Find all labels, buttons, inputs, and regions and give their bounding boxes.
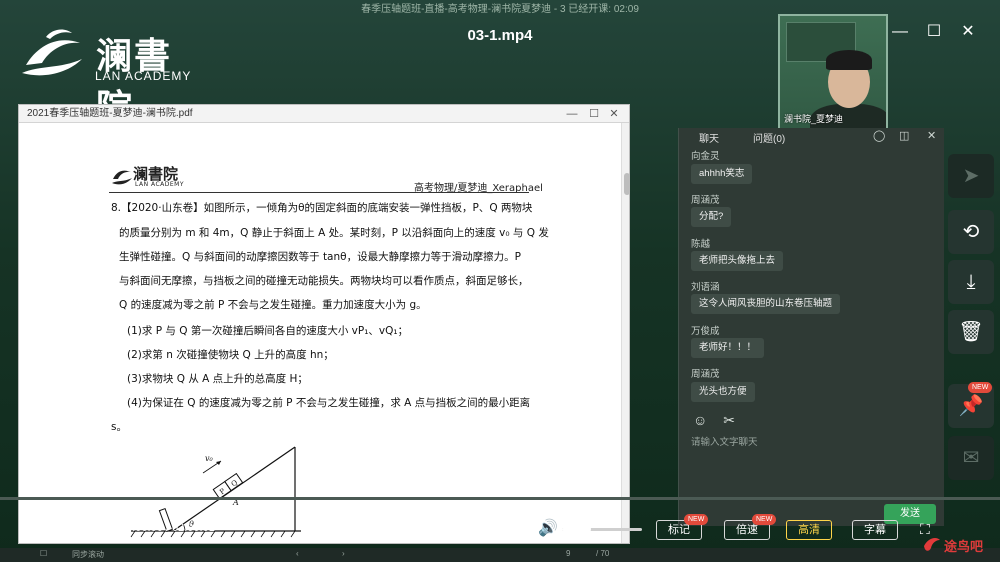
site-watermark: 途鸟吧 <box>918 528 1000 562</box>
sync-checkbox-icon[interactable]: ☐ <box>40 549 47 558</box>
chat-user: 周涵茂 <box>691 369 720 380</box>
pdf-close-icon[interactable]: ✕ <box>607 105 621 123</box>
new-badge: NEW <box>684 514 709 525</box>
page-total: / 70 <box>596 549 610 558</box>
webcam-person-hair <box>826 50 872 70</box>
chat-close-icon[interactable]: ✕ <box>927 129 936 142</box>
chat-user: 陈越 <box>691 239 711 250</box>
chat-message: 这令人闻风丧胆的山东卷压轴题 <box>691 294 841 314</box>
new-badge: NEW <box>752 514 777 525</box>
close-icon[interactable]: ✕ <box>956 20 980 44</box>
chat-message: ahhhh笑志 <box>691 164 753 184</box>
pdf-viewer: 2021春季压轴题班-夏梦迪-澜书院.pdf — ☐ ✕ 澜書院 LAN ACA… <box>18 104 630 544</box>
watermark-text: 途鸟吧 <box>944 540 984 555</box>
chat-input[interactable]: 请输入文字聊天 <box>691 434 758 448</box>
chat-bubble-icon[interactable]: ✉ <box>948 436 994 480</box>
pause-icon[interactable]: ❚❚ <box>22 518 49 540</box>
page-current[interactable]: 9 <box>566 549 570 558</box>
webcam-caption: 澜书院_夏梦迪 <box>784 114 844 124</box>
bottom-status-bar: ☐ 同步滚动 ‹ › 9 / 70 <box>0 548 1000 562</box>
pdf-titlebar: 2021春季压轴题班-夏梦迪-澜书院.pdf — ☐ ✕ <box>19 105 629 123</box>
side-toolbar: ➤ ⟲ ⤓ 🗑 📌 NEW ✉ <box>946 150 996 480</box>
next-page-icon[interactable]: › <box>342 549 345 558</box>
volume-knob[interactable] <box>581 524 591 534</box>
sync-scroll-label: 同步滚动 <box>72 550 104 559</box>
maximize-icon[interactable]: ☐ <box>922 20 946 44</box>
bird-logo-icon <box>924 538 940 551</box>
chat-tools: ☺ ✂ <box>693 412 735 429</box>
chat-tabs: 聊天 问题(0) ◯ ◫ ✕ <box>679 128 945 146</box>
sub-question: (3)求物块 Q 从 A 点上升的总高度 H； <box>127 373 308 385</box>
subtitle-button[interactable]: 字幕 <box>852 520 898 540</box>
sub-question: (2)求第 n 次碰撞使物块 Q 上升的高度 hn； <box>127 349 334 361</box>
window-controls: — ☐ ✕ <box>888 20 988 44</box>
prev-page-icon[interactable]: ‹ <box>296 549 299 558</box>
chat-user: 周涵茂 <box>691 195 720 206</box>
page-header-rule <box>109 192 529 193</box>
pdf-minimize-icon[interactable]: — <box>565 105 579 123</box>
download-icon[interactable]: ⤓ <box>948 260 994 304</box>
tab-questions[interactable]: 问题(0) <box>753 130 785 145</box>
wave-logo-icon <box>22 29 82 76</box>
comment-icon[interactable]: ◯ <box>873 129 885 142</box>
volume-slider[interactable] <box>562 524 642 534</box>
chat-message: 老师把头像拖上去 <box>691 251 784 271</box>
question-line: 与斜面间无摩擦，与挡板之间的碰撞无动能损失。两物块均可以看作质点，斜面足够长， <box>119 275 529 287</box>
emoji-icon[interactable]: ☺ <box>693 412 707 428</box>
question-line: 生弹性碰撞。Q 与斜面间的动摩擦因数等于 tanθ，设最大静摩擦力等于滑动摩擦力… <box>119 251 521 263</box>
chat-user: 刘语涵 <box>691 282 720 293</box>
question-line: 的质量分别为 m 和 4m，Q 静止于斜面上 A 处。某时刻，P 以沿斜面向上的… <box>119 227 549 239</box>
trash-icon[interactable]: 🗑 <box>948 310 994 354</box>
logo-text-en: LAN ACADEMY <box>95 69 192 83</box>
question-tail: s。 <box>111 421 127 433</box>
pdf-filename: 2021春季压轴题班-夏梦迪-澜书院.pdf <box>27 108 193 119</box>
pointer-icon[interactable]: ➤ <box>948 154 994 198</box>
sub-question: (1)求 P 与 Q 第一次碰撞后瞬间各自的速度大小 vP₁、vQ₁； <box>127 325 409 337</box>
panel-toggle-icon[interactable]: ◫ <box>899 129 909 142</box>
volume-icon[interactable]: 🔊 <box>538 518 558 540</box>
chat-message: 老师好！！！ <box>691 338 765 358</box>
tab-chat[interactable]: 聊天 <box>699 130 719 145</box>
next-icon[interactable]: ⏭ <box>84 518 98 540</box>
chat-message: 分配? <box>691 207 732 227</box>
page-wave-logo-icon <box>112 170 132 185</box>
scissors-icon[interactable]: ✂ <box>723 412 735 428</box>
minimize-icon[interactable]: — <box>888 20 912 44</box>
hd-button[interactable]: 高清 <box>786 520 832 540</box>
pdf-maximize-icon[interactable]: ☐ <box>587 105 601 123</box>
sub-question: (4)为保证在 Q 的速度减为零之前 P 不会与之发生碰撞，求 A 点与挡板之间… <box>127 397 531 409</box>
playback-time: 00:00:00 / 02:00:01 <box>120 522 215 534</box>
academy-logo: 澜書院 LAN ACADEMY <box>20 25 200 129</box>
player-controls: ❚❚ ⏮ ⏭ 00:00:00 / 02:00:01 🔊 标记 NEW 倍速 N… <box>0 508 1000 548</box>
video-title: 03-1.mp4 <box>467 27 533 44</box>
velocity-label: v₀ <box>205 454 214 463</box>
video-progress-bar[interactable] <box>0 497 1000 500</box>
page-logo: 澜書院 LAN ACADEMY <box>111 163 201 191</box>
chat-message: 光头也方便 <box>691 382 755 402</box>
question-line: Q 的速度减为零之前 P 不会与之发生碰撞。重力加速度大小为 g。 <box>119 299 427 311</box>
previous-icon[interactable]: ⏮ <box>58 518 72 540</box>
pdf-scroll-thumb[interactable] <box>624 173 629 195</box>
chat-user: 向金灵 <box>691 151 720 162</box>
chat-panel: 聊天 问题(0) ◯ ◫ ✕ 向金灵 ahhhh笑志 周涵茂 分配? 陈越 老师… <box>678 128 944 526</box>
share-icon[interactable]: ⟲ <box>948 210 994 254</box>
pdf-scrollbar[interactable] <box>621 123 629 543</box>
page-logo-en: LAN ACADEMY <box>135 181 185 188</box>
teacher-webcam[interactable]: 澜书院_夏梦迪 <box>778 14 888 130</box>
chat-user: 万俊成 <box>691 326 720 337</box>
new-badge: NEW <box>968 382 993 393</box>
pdf-page: 澜書院 LAN ACADEMY 高考物理/夏梦迪_Xeraphael 8.【20… <box>19 123 621 543</box>
question-line: 8.【2020·山东卷】如图所示，一倾角为θ的固定斜面的底端安装一弹性挡板，P、… <box>111 202 533 214</box>
